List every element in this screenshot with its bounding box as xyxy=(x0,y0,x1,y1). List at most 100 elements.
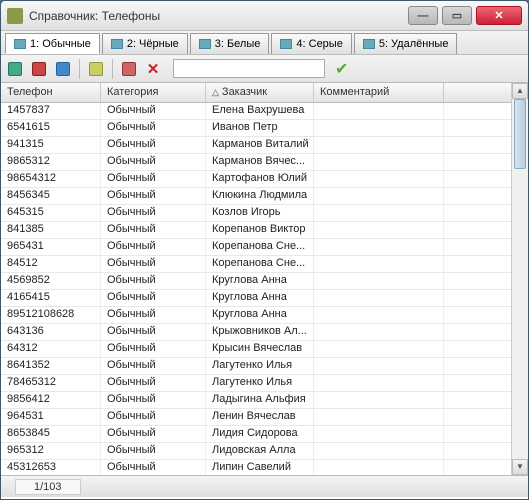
cell-comment xyxy=(314,341,444,357)
table-row[interactable]: 941315ОбычныйКарманов Виталий xyxy=(1,137,511,154)
column-header-3[interactable]: Комментарий xyxy=(314,83,444,102)
search-input[interactable] xyxy=(173,59,325,78)
table-row[interactable]: 965431ОбычныйКорепанова Сне... xyxy=(1,239,511,256)
cell-category: Обычный xyxy=(101,188,206,204)
cell-phone: 965431 xyxy=(1,239,101,255)
data-grid[interactable]: ТелефонКатегория△ЗаказчикКомментарий 145… xyxy=(1,83,511,475)
cell-comment xyxy=(314,290,444,306)
table-row[interactable]: 9865312ОбычныйКарманов Вячес... xyxy=(1,154,511,171)
apply-filter-button[interactable]: ✔ xyxy=(335,59,348,79)
cell-comment xyxy=(314,273,444,289)
tab-label: 4: Серые xyxy=(296,38,342,50)
table-row[interactable]: 964531ОбычныйЛенин Вячеслав xyxy=(1,409,511,426)
table-row[interactable]: 643136ОбычныйКрыжовников Ал... xyxy=(1,324,511,341)
cell-category: Обычный xyxy=(101,103,206,119)
table-row[interactable]: 4165415ОбычныйКруглова Анна xyxy=(1,290,511,307)
tab-4[interactable]: 5: Удалённые xyxy=(354,33,458,54)
window-title: Справочник: Телефоны xyxy=(29,9,408,23)
cell-customer: Круглова Анна xyxy=(206,290,314,306)
cell-customer: Ладыгина Альфия xyxy=(206,392,314,408)
scroll-up-button[interactable]: ▲ xyxy=(512,83,528,99)
grid-container: ТелефонКатегория△ЗаказчикКомментарий 145… xyxy=(1,83,528,475)
table-row[interactable]: 78465312ОбычныйЛагутенко Илья xyxy=(1,375,511,392)
table-row[interactable]: 8653845ОбычныйЛидия Сидорова xyxy=(1,426,511,443)
cell-comment xyxy=(314,375,444,391)
cell-comment xyxy=(314,222,444,238)
scroll-down-button[interactable]: ▼ xyxy=(512,459,528,475)
cell-phone: 941315 xyxy=(1,137,101,153)
table-row[interactable]: 6541615ОбычныйИванов Петр xyxy=(1,120,511,137)
tab-icon xyxy=(280,39,292,49)
delete-button[interactable]: ✕ xyxy=(143,59,163,79)
cell-comment xyxy=(314,188,444,204)
maximize-button[interactable]: ▭ xyxy=(442,6,472,25)
table-row[interactable]: 98654312ОбычныйКартофанов Юлий xyxy=(1,171,511,188)
vertical-scrollbar[interactable]: ▲ ▼ xyxy=(511,83,528,475)
cell-category: Обычный xyxy=(101,426,206,442)
copy-record-button[interactable] xyxy=(53,59,73,79)
cell-customer: Круглова Анна xyxy=(206,307,314,323)
sort-asc-icon: △ xyxy=(212,87,219,97)
cell-phone: 964531 xyxy=(1,409,101,425)
cell-phone: 643136 xyxy=(1,324,101,340)
cell-customer: Лидия Сидорова xyxy=(206,426,314,442)
table-row[interactable]: 8456345ОбычныйКлюкина Людмила xyxy=(1,188,511,205)
tab-icon xyxy=(14,39,26,49)
scroll-thumb[interactable] xyxy=(514,99,526,169)
table-row[interactable]: 8641352ОбычныйЛагутенко Илья xyxy=(1,358,511,375)
cell-phone: 8456345 xyxy=(1,188,101,204)
cell-customer: Картофанов Юлий xyxy=(206,171,314,187)
cell-comment xyxy=(314,324,444,340)
cell-phone: 64312 xyxy=(1,341,101,357)
edit-record-button[interactable] xyxy=(29,59,49,79)
import-button[interactable] xyxy=(86,59,106,79)
table-row[interactable]: 965312ОбычныйЛидовская Алла xyxy=(1,443,511,460)
tab-label: 5: Удалённые xyxy=(379,38,449,50)
tab-0[interactable]: 1: Обычные xyxy=(5,33,100,54)
table-row[interactable]: 645315ОбычныйКозлов Игорь xyxy=(1,205,511,222)
cell-comment xyxy=(314,460,444,475)
cell-category: Обычный xyxy=(101,171,206,187)
table-row[interactable]: 84512ОбычныйКорепанова Сне... xyxy=(1,256,511,273)
table-row[interactable]: 841385ОбычныйКорепанов Виктор xyxy=(1,222,511,239)
app-icon xyxy=(7,8,23,24)
grid-body: 1457837ОбычныйЕлена Вахрушева6541615Обыч… xyxy=(1,103,511,475)
cell-category: Обычный xyxy=(101,273,206,289)
cell-customer: Лагутенко Илья xyxy=(206,375,314,391)
tab-2[interactable]: 3: Белые xyxy=(190,33,270,54)
tab-1[interactable]: 2: Чёрные xyxy=(102,33,188,54)
export-button[interactable] xyxy=(119,59,139,79)
tab-icon xyxy=(199,39,211,49)
cell-customer: Ленин Вячеслав xyxy=(206,409,314,425)
table-row[interactable]: 89512108628ОбычныйКруглова Анна xyxy=(1,307,511,324)
column-header-2[interactable]: △Заказчик xyxy=(206,83,314,102)
cell-category: Обычный xyxy=(101,341,206,357)
table-row[interactable]: 4569852ОбычныйКруглова Анна xyxy=(1,273,511,290)
cell-comment xyxy=(314,426,444,442)
column-header-0[interactable]: Телефон xyxy=(1,83,101,102)
cell-phone: 645315 xyxy=(1,205,101,221)
table-row[interactable]: 45312653ОбычныйЛипин Савелий xyxy=(1,460,511,475)
tab-3[interactable]: 4: Серые xyxy=(271,33,351,54)
cell-category: Обычный xyxy=(101,375,206,391)
toolbar: ✕ ✔ xyxy=(1,55,528,83)
table-row[interactable]: 64312ОбычныйКрысин Вячеслав xyxy=(1,341,511,358)
minimize-button[interactable]: — xyxy=(408,6,438,25)
close-button[interactable]: ✕ xyxy=(476,6,522,25)
cell-phone: 4569852 xyxy=(1,273,101,289)
cell-phone: 98654312 xyxy=(1,171,101,187)
titlebar[interactable]: Справочник: Телефоны — ▭ ✕ xyxy=(1,1,528,31)
cell-phone: 8653845 xyxy=(1,426,101,442)
tab-icon xyxy=(111,39,123,49)
table-row[interactable]: 9856412ОбычныйЛадыгина Альфия xyxy=(1,392,511,409)
table-row[interactable]: 1457837ОбычныйЕлена Вахрушева xyxy=(1,103,511,120)
cell-phone: 8641352 xyxy=(1,358,101,374)
new-record-button[interactable] xyxy=(5,59,25,79)
cell-category: Обычный xyxy=(101,460,206,475)
cell-phone: 84512 xyxy=(1,256,101,272)
cell-comment xyxy=(314,137,444,153)
column-header-1[interactable]: Категория xyxy=(101,83,206,102)
tab-icon xyxy=(363,39,375,49)
cell-phone: 965312 xyxy=(1,443,101,459)
cell-category: Обычный xyxy=(101,409,206,425)
